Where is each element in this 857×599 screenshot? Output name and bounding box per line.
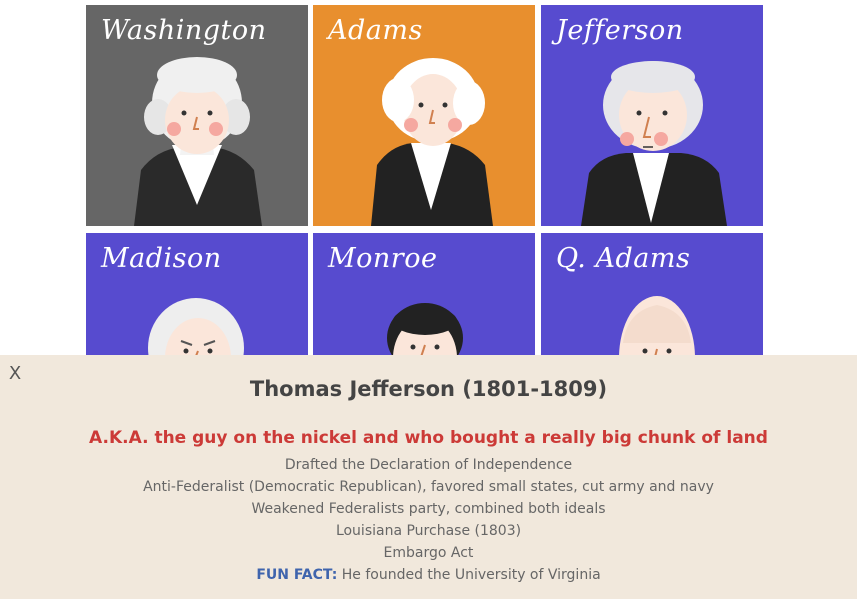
- card-name: Monroe: [328, 243, 438, 274]
- aka-text: A.K.A. the guy on the nickel and who bou…: [89, 428, 768, 448]
- card-adams[interactable]: Adams: [313, 5, 535, 226]
- presidents-grid: Washington Adams Jefferson Madison Monro…: [86, 5, 764, 355]
- fact-item: Anti-Federalist (Democratic Republican),…: [143, 479, 714, 495]
- fun-fact: FUN FACT: He founded the University of V…: [0, 564, 857, 586]
- facts-list: Drafted the Declaration of Independence …: [0, 454, 857, 564]
- card-name: Madison: [101, 243, 222, 274]
- card-monroe[interactable]: Monroe: [313, 233, 535, 355]
- panel-title: Thomas Jefferson (1801-1809): [249, 377, 608, 401]
- fact-item: Drafted the Declaration of Independence: [284, 457, 573, 473]
- card-name: Q. Adams: [556, 243, 691, 274]
- card-q-adams[interactable]: Q. Adams: [541, 233, 763, 355]
- fact-item: Weakened Federalists party, combined bot…: [251, 501, 606, 517]
- fact-item: Louisiana Purchase (1803): [335, 523, 522, 539]
- fun-fact-label: FUN FACT:: [256, 567, 338, 583]
- card-washington[interactable]: Washington: [86, 5, 308, 226]
- card-madison[interactable]: Madison: [86, 233, 308, 355]
- fun-fact-text: He founded the University of Virginia: [337, 567, 601, 583]
- fact-item: Embargo Act: [383, 545, 474, 561]
- info-panel: X Thomas Jefferson (1801-1809) A.K.A. th…: [0, 355, 857, 599]
- card-name: Washington: [101, 15, 267, 46]
- card-jefferson[interactable]: Jefferson: [541, 5, 763, 226]
- card-name: Adams: [328, 15, 423, 46]
- card-name: Jefferson: [556, 15, 684, 46]
